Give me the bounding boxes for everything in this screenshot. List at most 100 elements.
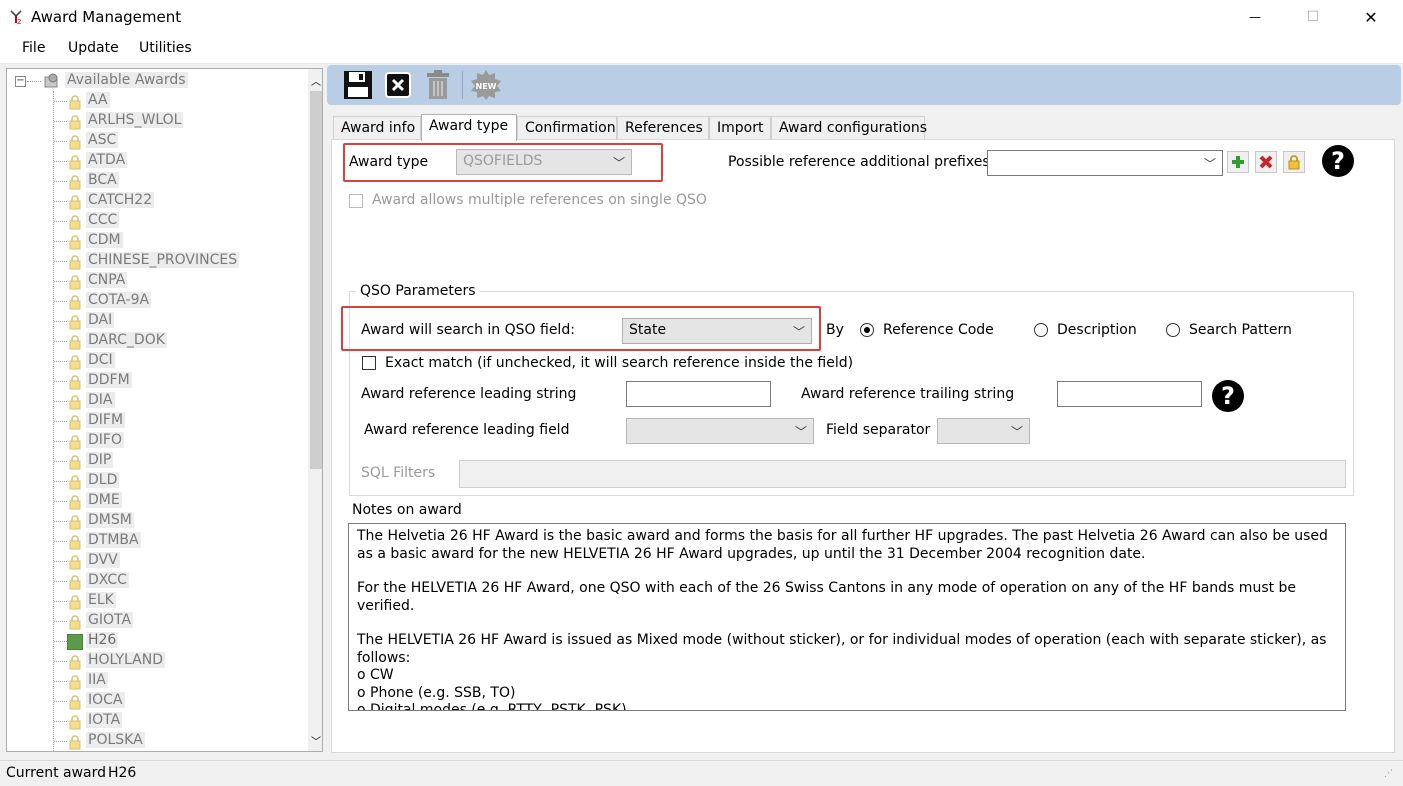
tab-import[interactable]: Import <box>709 116 771 140</box>
tree-item[interactable]: DTMBA <box>7 531 307 551</box>
award-lock-icon <box>69 695 81 710</box>
tree-item[interactable]: ELK <box>7 591 307 611</box>
minimize-button[interactable]: — <box>1226 0 1284 34</box>
tree-item[interactable]: DCI <box>7 351 307 371</box>
tree-item-label: CCC <box>86 212 120 228</box>
notes-textarea[interactable]: The Helvetia 26 HF Award is the basic aw… <box>348 523 1346 711</box>
tree-item[interactable]: CCC <box>7 211 307 231</box>
help-icon-strings[interactable]: ? <box>1212 380 1244 412</box>
tab-award-info[interactable]: Award info <box>333 116 421 140</box>
tree-item[interactable]: CNPA <box>7 271 307 291</box>
tree-item[interactable]: ARLHS_WLOL <box>7 111 307 131</box>
menu-utilities[interactable]: Utilities <box>139 40 192 56</box>
multiple-refs-checkbox[interactable] <box>349 194 363 208</box>
collapse-icon[interactable]: − <box>15 76 26 87</box>
notes-paragraph-1: The Helvetia 26 HF Award is the basic aw… <box>357 528 1333 562</box>
tree-item[interactable]: ASC <box>7 131 307 151</box>
tree-scrollbar[interactable]: ︿ ﹀ <box>308 69 322 751</box>
tab-confirmation[interactable]: Confirmation <box>517 116 617 140</box>
tree-item[interactable]: IOCA <box>7 691 307 711</box>
scroll-thumb[interactable] <box>310 91 322 469</box>
search-field-select[interactable]: State ﹀ <box>622 318 812 344</box>
radio-search-pattern[interactable] <box>1166 323 1180 337</box>
menu-update[interactable]: Update <box>68 40 119 56</box>
award-lock-icon <box>69 475 81 490</box>
close-window-button[interactable]: ✕ <box>1342 0 1400 34</box>
add-prefix-button[interactable] <box>1227 151 1249 173</box>
delete-button[interactable] <box>421 68 455 102</box>
tree-root[interactable]: − Available Awards <box>7 71 307 91</box>
awards-tree[interactable]: − Available Awards AA ARLHS_WLOL ASC ATDA BC… <box>6 68 323 752</box>
delete-icon <box>427 70 449 99</box>
tree-item[interactable]: DIFO <box>7 431 307 451</box>
tree-item[interactable]: DXCC <box>7 571 307 591</box>
leading-field-select[interactable]: ﹀ <box>626 418 814 444</box>
tree-item-label: COTA-9A <box>86 292 152 308</box>
award-lock-icon <box>69 375 81 390</box>
resize-grip-icon[interactable]: ⋰ <box>1384 769 1393 779</box>
prefixes-label: Possible reference additional prefixes <box>728 154 990 170</box>
remove-prefix-button[interactable] <box>1255 151 1277 173</box>
maximize-button[interactable]: ☐ <box>1284 0 1342 34</box>
tree-item[interactable]: DME <box>7 491 307 511</box>
prefixes-select[interactable]: ﹀ <box>987 150 1223 176</box>
delete-x-icon <box>1259 155 1273 169</box>
tree-item[interactable]: DIA <box>7 391 307 411</box>
leading-field-label: Award reference leading field <box>364 422 570 438</box>
award-lock-icon <box>69 215 81 230</box>
trailing-string-input[interactable] <box>1057 381 1202 407</box>
tree-item[interactable]: HOLYLAND <box>7 651 307 671</box>
sql-filters-label: SQL Filters <box>361 465 436 481</box>
award-lock-icon <box>69 495 81 510</box>
radio-description[interactable] <box>1034 323 1048 337</box>
tab-label: Import <box>717 120 764 136</box>
tree-item[interactable]: GIOTA <box>7 611 307 631</box>
maximize-icon: ☐ <box>1306 9 1320 25</box>
tree-item[interactable]: DLD <box>7 471 307 491</box>
close-award-button[interactable] <box>381 68 415 102</box>
tree-item[interactable]: ATDA <box>7 151 307 171</box>
sql-filters-input[interactable] <box>459 460 1346 488</box>
tree-item[interactable]: COTA-9A <box>7 291 307 311</box>
award-lock-icon <box>69 735 81 750</box>
tree-item-label: DME <box>86 492 122 508</box>
tree-item[interactable]: AA <box>7 91 307 111</box>
tree-item[interactable]: IIA <box>7 671 307 691</box>
tree-item-label: H26 <box>86 632 119 648</box>
tree-item[interactable]: CHINESE_PROVINCES <box>7 251 307 271</box>
menu-file[interactable]: File <box>22 40 45 56</box>
tree-item[interactable]: DDFM <box>7 371 307 391</box>
tree-item[interactable]: BCA <box>7 171 307 191</box>
lock-prefix-button[interactable] <box>1283 151 1305 173</box>
new-award-button[interactable]: NEW <box>469 68 503 102</box>
tree-item[interactable]: CDM <box>7 231 307 251</box>
tree-item[interactable]: DIP <box>7 451 307 471</box>
award-lock-icon <box>69 315 81 330</box>
tree-item[interactable]: DVV <box>7 551 307 571</box>
help-glyph: ? <box>1331 147 1345 175</box>
leading-string-input[interactable] <box>626 381 771 407</box>
tab-award-configurations[interactable]: Award configurations <box>771 116 927 140</box>
separator-select[interactable]: ﹀ <box>937 418 1030 444</box>
tab-award-type[interactable]: Award type <box>421 114 517 141</box>
tree-item-label: DAI <box>86 312 115 328</box>
save-button[interactable] <box>341 68 375 102</box>
tree-item[interactable]: H26 <box>7 631 307 651</box>
tree-item[interactable]: DMSM <box>7 511 307 531</box>
tree-item[interactable]: DIFM <box>7 411 307 431</box>
tree-item-label: DLD <box>86 472 120 488</box>
tree-item-label: IOCA <box>86 692 125 708</box>
tree-item[interactable]: DARC_DOK <box>7 331 307 351</box>
radio-reference-code[interactable] <box>860 323 874 337</box>
tree-item[interactable]: POLSKA <box>7 731 307 751</box>
help-icon-prefixes[interactable]: ? <box>1322 145 1354 177</box>
scroll-down-icon[interactable]: ﹀ <box>311 733 321 748</box>
tab-references[interactable]: References <box>617 116 709 140</box>
scroll-up-icon[interactable]: ︿ <box>311 73 321 88</box>
tree-item[interactable]: IOTA <box>7 711 307 731</box>
award-type-select[interactable]: QSOFIELDS ﹀ <box>456 149 632 175</box>
tree-item[interactable]: CATCH22 <box>7 191 307 211</box>
tree-item[interactable]: DAI <box>7 311 307 331</box>
awards-root-icon <box>44 73 58 88</box>
exact-match-checkbox[interactable] <box>362 356 376 370</box>
